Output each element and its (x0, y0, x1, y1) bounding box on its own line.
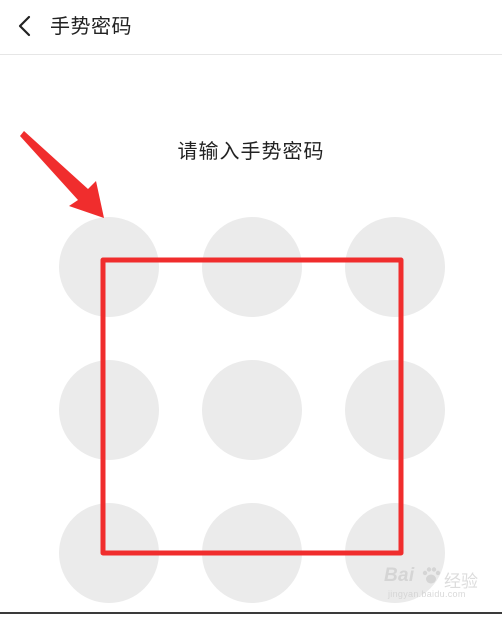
pattern-dot-3[interactable] (345, 217, 445, 317)
pattern-dot-5[interactable] (202, 360, 302, 460)
pattern-dot-4[interactable] (59, 360, 159, 460)
watermark: Bai 经验 jingyan.baidu.com (384, 565, 496, 605)
pattern-dot-1[interactable] (59, 217, 159, 317)
pattern-dot-6[interactable] (345, 360, 445, 460)
bottom-divider (0, 612, 502, 614)
watermark-url: jingyan.baidu.com (388, 589, 466, 599)
paw-icon (420, 565, 442, 591)
pattern-dot-7[interactable] (59, 503, 159, 603)
watermark-brand: Bai (384, 565, 415, 586)
gesture-pattern-grid[interactable] (0, 0, 502, 617)
pattern-dot-2[interactable] (202, 217, 302, 317)
pattern-dot-8[interactable] (202, 503, 302, 603)
